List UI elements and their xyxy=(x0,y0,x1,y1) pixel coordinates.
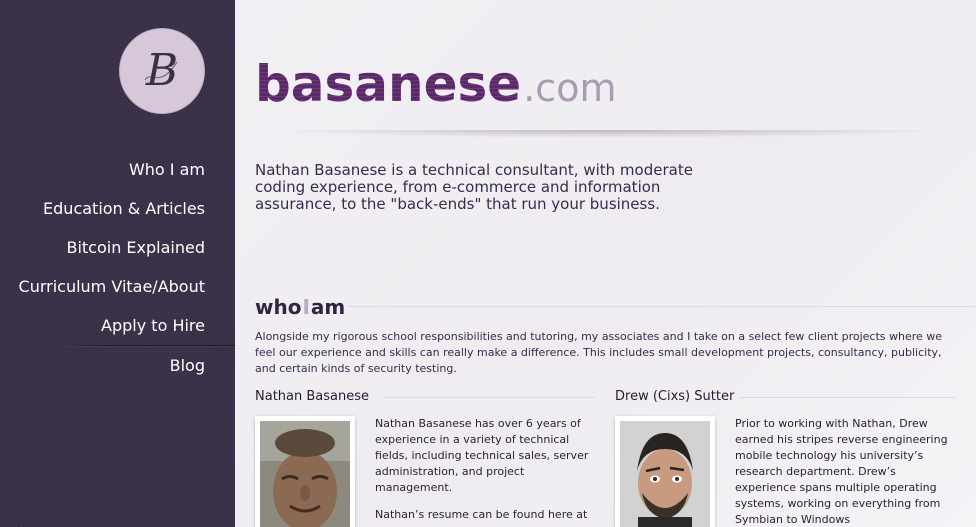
nav-item-curriculum-vitae[interactable]: Curriculum Vitae/About xyxy=(0,267,235,306)
profile-bio: Prior to working with Nathan, Drew earne… xyxy=(735,416,960,527)
profile-drew: Drew (Cixs) Sutter Prior to working with… xyxy=(615,388,955,527)
main-nav: Who I am Education & Articles Bitcoin Ex… xyxy=(0,150,235,385)
portrait-photo-icon xyxy=(620,421,710,527)
about-text: Alongside my rigorous school responsibil… xyxy=(255,330,943,375)
site-title[interactable]: basanese .com xyxy=(255,56,616,116)
section-title-word-who: who xyxy=(255,295,302,319)
nav-item-education-articles[interactable]: Education & Articles xyxy=(0,189,235,228)
monogram-b-icon: B xyxy=(144,45,178,96)
profile-bio-paragraph: Nathan Basanese has over 6 years of expe… xyxy=(375,417,589,494)
profile-bio-paragraph: Prior to working with Nathan, Drew earne… xyxy=(735,417,948,526)
nav-item-blog[interactable]: Blog xyxy=(0,346,235,385)
section-title-separator: I xyxy=(302,295,310,319)
profile-bio: Nathan Basanese has over 6 years of expe… xyxy=(375,416,600,523)
profile-divider xyxy=(740,397,955,398)
nav-item-who-i-am[interactable]: Who I am xyxy=(0,150,235,189)
site-title-tld: .com xyxy=(523,66,617,110)
intro-text: Nathan Basanese is a technical consultan… xyxy=(255,161,693,213)
header-divider xyxy=(270,130,950,138)
portrait-photo-icon xyxy=(260,421,350,527)
sidebar: B Who I am Education & Articles Bitcoin … xyxy=(0,0,235,527)
profile-divider xyxy=(383,397,595,398)
nav-item-bitcoin-explained[interactable]: Bitcoin Explained xyxy=(0,228,235,267)
profile-photo xyxy=(615,416,715,527)
logo[interactable]: B xyxy=(119,28,205,114)
site-title-name: basanese xyxy=(255,55,522,113)
profile-photo xyxy=(255,416,355,527)
profile-nathan: Nathan Basanese Nathan Basanese has over… xyxy=(255,388,595,527)
section-title-who-i-am: whoIam xyxy=(255,295,345,319)
profile-bio-paragraph: Nathan’s resume can be found here at xyxy=(375,508,588,521)
nav-item-apply-to-hire[interactable]: Apply to Hire xyxy=(0,306,235,345)
section-divider xyxy=(347,306,975,307)
section-title-word-am: am xyxy=(310,295,346,319)
svg-text:B: B xyxy=(145,45,178,96)
